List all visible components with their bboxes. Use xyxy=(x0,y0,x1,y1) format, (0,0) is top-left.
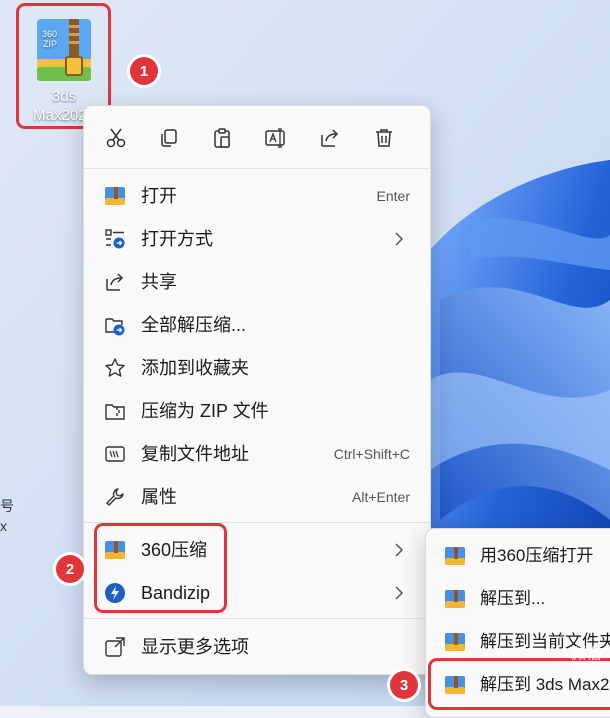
submenu-item-open-with-360[interactable]: 用360压缩打开 xyxy=(432,536,610,576)
submenu-item-label: 用360压缩打开 xyxy=(480,546,594,565)
step-badge: 1 xyxy=(130,57,158,85)
menu-separator xyxy=(84,618,430,619)
wrench-icon xyxy=(106,488,124,506)
submenu-item-label: 解压到... xyxy=(480,589,546,608)
paste-icon xyxy=(214,128,230,148)
paste-button[interactable] xyxy=(204,120,240,156)
cut-icon xyxy=(106,128,126,148)
menu-item-label: 添加到收藏夹 xyxy=(141,358,249,378)
menu-item-label: 复制文件地址 xyxy=(141,444,249,464)
menu-item-label: 全部解压缩... xyxy=(141,315,247,335)
chevron-right-icon xyxy=(395,232,404,246)
share-icon xyxy=(106,273,124,291)
menu-item-copy-path[interactable]: 复制文件地址 Ctrl+Shift+C xyxy=(94,434,420,474)
menu-item-open-with[interactable]: 打开方式 xyxy=(94,219,420,259)
extract-all-icon xyxy=(105,318,125,336)
context-menu-toolbar xyxy=(84,120,430,156)
menu-item-properties[interactable]: 属性 Alt+Enter xyxy=(94,477,420,517)
menu-item-label: 属性 xyxy=(141,487,177,507)
menu-item-extract-all[interactable]: 全部解压缩... xyxy=(94,305,420,345)
menu-item-label: 打开方式 xyxy=(141,229,213,249)
menu-separator xyxy=(84,168,430,169)
archive-icon xyxy=(445,633,465,651)
menu-item-open[interactable]: 打开 Enter xyxy=(94,176,420,216)
archive-icon xyxy=(445,590,465,608)
step-badge: 3 xyxy=(390,671,418,699)
open-with-icon xyxy=(105,229,125,249)
menu-item-label: 共享 xyxy=(141,272,177,292)
watermark-text: 游戏 xyxy=(570,666,603,683)
archive-icon xyxy=(105,187,125,205)
highlight-box-archive-tools xyxy=(94,523,227,613)
chevron-right-icon xyxy=(395,543,404,557)
submenu-item-extract-to[interactable]: 解压到... xyxy=(432,579,610,619)
delete-icon xyxy=(376,129,392,147)
menu-item-label: 压缩为 ZIP 文件 xyxy=(141,401,269,421)
menu-item-compress-zip[interactable]: 压缩为 ZIP 文件 xyxy=(94,391,420,431)
desktop-edge-label: 号 xyxy=(0,498,14,514)
menu-item-show-more-options[interactable]: 显示更多选项 xyxy=(94,627,420,667)
menu-item-add-to-favorites[interactable]: 添加到收藏夹 xyxy=(94,348,420,388)
archive-icon xyxy=(445,547,465,565)
share-icon xyxy=(321,129,339,147)
menu-item-shortcut: Ctrl+Shift+C xyxy=(333,446,410,462)
delete-button[interactable] xyxy=(366,120,402,156)
copy-icon xyxy=(161,129,177,147)
step-badge: 2 xyxy=(56,555,84,583)
zip-folder-icon xyxy=(105,404,125,420)
desktop-edge-label: x xyxy=(0,518,7,534)
menu-item-label: 显示更多选项 xyxy=(141,637,249,657)
more-options-icon xyxy=(105,637,125,657)
share-button[interactable] xyxy=(312,120,348,156)
menu-item-share[interactable]: 共享 xyxy=(94,262,420,302)
rename-button[interactable] xyxy=(258,120,294,156)
copy-button[interactable] xyxy=(151,120,187,156)
star-icon xyxy=(105,358,125,377)
cut-button[interactable] xyxy=(98,120,134,156)
menu-item-label: 打开 xyxy=(141,186,177,206)
menu-item-shortcut: Enter xyxy=(376,188,410,204)
chevron-right-icon xyxy=(395,586,404,600)
copy-path-icon xyxy=(105,446,125,462)
rename-icon xyxy=(265,128,285,148)
menu-item-shortcut: Alt+Enter xyxy=(352,489,410,505)
